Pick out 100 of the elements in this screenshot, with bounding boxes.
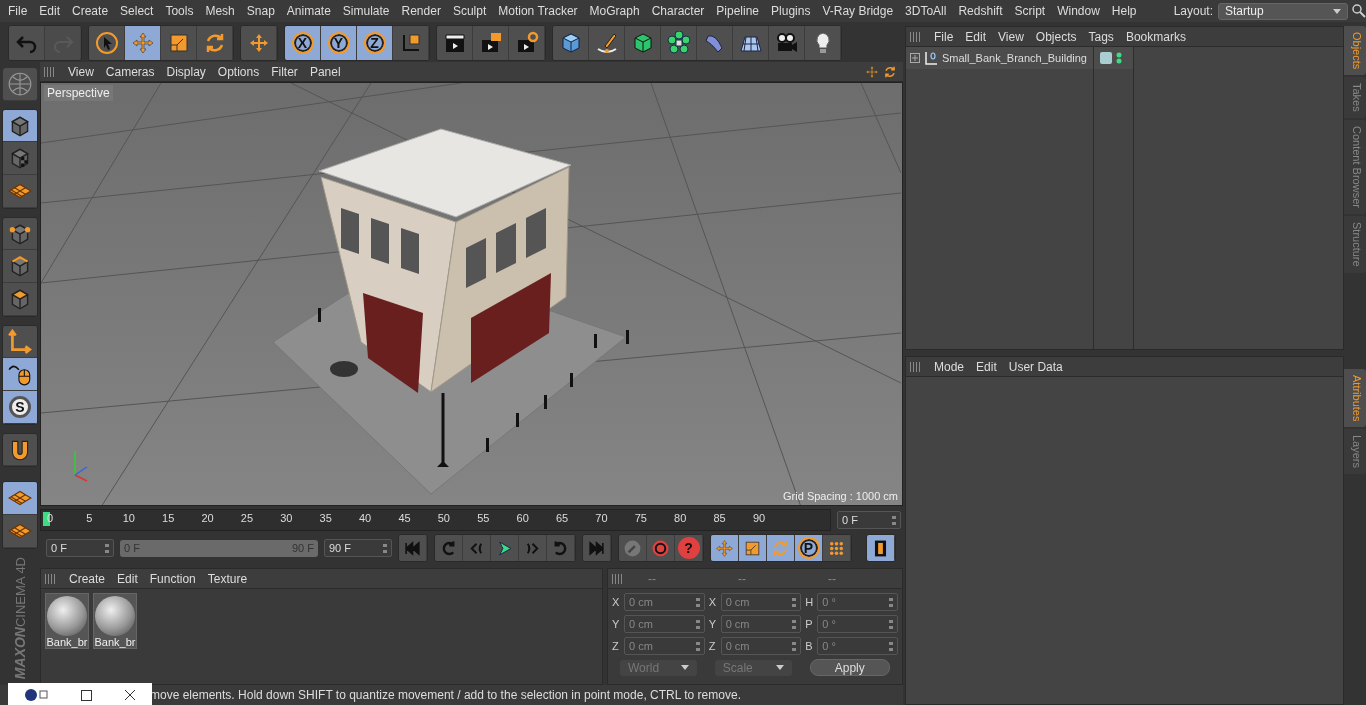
minimized-window-bar[interactable] [8, 683, 152, 705]
menu-item[interactable]: Edit [959, 29, 993, 44]
menu-item[interactable]: Edit [111, 571, 144, 586]
menu-item[interactable]: Mesh [199, 4, 241, 18]
visibility-dots-icon[interactable] [1116, 52, 1122, 64]
mode-button[interactable] [3, 358, 37, 392]
menu-item[interactable]: User Data [1002, 359, 1069, 374]
menu-item[interactable]: Create [66, 4, 115, 18]
expand-icon[interactable] [910, 53, 920, 63]
mode-button[interactable] [3, 175, 37, 208]
side-tab[interactable]: Objects [1344, 26, 1366, 76]
menu-item[interactable]: Animate [280, 4, 337, 18]
menu-item[interactable]: Character [645, 4, 711, 18]
menu-item[interactable]: Texture [201, 571, 254, 586]
playback-button[interactable] [711, 535, 739, 561]
mode-button[interactable] [3, 250, 37, 284]
menu-item[interactable]: V-Ray Bridge [816, 4, 900, 18]
material-tag-icon[interactable] [1100, 52, 1112, 64]
menu-item[interactable]: Script [1008, 4, 1052, 18]
toolbar-button[interactable] [733, 26, 769, 60]
playback-button[interactable] [491, 535, 519, 561]
current-frame-field[interactable]: 0 F [837, 511, 901, 529]
grid-refresh-button[interactable] [3, 515, 37, 548]
menu-item[interactable]: Tags [1082, 29, 1120, 44]
apply-button[interactable]: Apply [809, 659, 890, 676]
menu-item[interactable]: Simulate [336, 4, 396, 18]
object-row[interactable]: Small_Bank_Branch_Building [906, 47, 1093, 69]
toolbar-button[interactable] [473, 26, 509, 60]
menu-item[interactable]: Motion Tracker [492, 4, 584, 18]
mode-button[interactable] [3, 433, 37, 467]
side-tab[interactable]: Attributes [1344, 368, 1366, 428]
menu-item[interactable]: Sculpt [446, 4, 493, 18]
menu-item[interactable]: Mode [928, 359, 971, 374]
playback-button[interactable] [647, 535, 675, 561]
maximize-icon[interactable] [81, 689, 93, 701]
toolbar-button[interactable] [437, 26, 473, 60]
menu-item[interactable]: Filter [265, 64, 304, 79]
menu-item[interactable]: Plugins [765, 4, 817, 18]
frame-number: 85 [713, 512, 726, 524]
menu-item[interactable]: Snap [240, 4, 281, 18]
menu-item[interactable]: Options [211, 64, 266, 79]
toolbar-button[interactable] [393, 26, 429, 60]
menu-item[interactable]: Render [395, 4, 447, 18]
column-header: -- [827, 571, 837, 586]
menu-item[interactable]: Help [1105, 4, 1143, 18]
toolbar-button[interactable]: Z [357, 26, 393, 60]
lock-grid-button[interactable] [3, 482, 37, 516]
menu-item[interactable]: Edit [33, 4, 67, 18]
toolbar-button[interactable] [89, 26, 125, 60]
null-object-icon [924, 51, 938, 65]
menu-item[interactable]: Edit [970, 359, 1003, 374]
playback-button[interactable] [867, 535, 895, 561]
playback-button[interactable] [823, 535, 851, 561]
material-swatch[interactable]: Bank_br [93, 593, 137, 649]
menu-item[interactable]: View [62, 64, 100, 79]
material-name: Bank_br [94, 636, 136, 648]
menu-item[interactable]: File [928, 29, 960, 44]
menu-item[interactable]: Bookmarks [1119, 29, 1192, 44]
menu-item[interactable]: File [2, 4, 34, 18]
toolbar-button[interactable] [805, 26, 841, 60]
start-frame-field[interactable]: 0 F [46, 539, 114, 557]
playback-button[interactable] [767, 535, 795, 561]
close-icon[interactable] [124, 689, 137, 701]
menu-item[interactable]: Cameras [99, 64, 161, 79]
menu-item[interactable]: Panel [303, 64, 347, 79]
playback-button[interactable]: P [795, 535, 823, 561]
3d-viewport[interactable]: Perspective Grid Spacing : 1000 cm [40, 82, 903, 506]
toolbar-button[interactable] [509, 26, 545, 60]
mode-button[interactable] [3, 217, 37, 251]
menu-item[interactable]: Display [160, 64, 212, 79]
material-swatch[interactable]: Bank_br [45, 593, 89, 649]
toolbar-button[interactable] [553, 26, 589, 60]
toolbar-button[interactable] [661, 26, 697, 60]
mode-button[interactable] [3, 109, 37, 143]
view-toggle-button[interactable] [3, 68, 37, 101]
playback-button[interactable]: ? [675, 535, 703, 561]
mode-button[interactable] [3, 325, 37, 359]
toolbar-button[interactable] [625, 26, 661, 60]
menu-item[interactable]: Redshift [952, 4, 1009, 18]
mode-button[interactable]: S [3, 391, 37, 424]
toolbar-button[interactable]: X [285, 26, 321, 60]
menu-item[interactable]: Select [114, 4, 160, 18]
mode-button[interactable] [3, 142, 37, 176]
menu-item[interactable]: Create [63, 571, 112, 586]
menu-item[interactable]: Function [143, 571, 202, 586]
layout-dropdown[interactable]: Startup [1218, 2, 1348, 20]
menu-item[interactable]: MoGraph [583, 4, 646, 18]
toolbar-button[interactable]: Y [321, 26, 357, 60]
menu-item[interactable]: 3DToAll [899, 4, 953, 18]
mode-button[interactable] [3, 283, 37, 316]
menu-item[interactable]: Pipeline [710, 4, 766, 18]
timeline-ruler[interactable]: 0 5 10 15 20 25 30 35 40 45 50 55 60 65 70 75 80 85 90 [40, 509, 831, 531]
menu-item[interactable]: Objects [1029, 29, 1083, 44]
playback-button[interactable] [739, 535, 767, 561]
toolbar-button[interactable] [769, 26, 805, 60]
search-icon[interactable] [1352, 4, 1366, 18]
menu-item[interactable]: Window [1051, 4, 1106, 18]
menu-item[interactable]: View [992, 29, 1030, 44]
menu-item[interactable]: Tools [159, 4, 200, 18]
end-frame-field[interactable]: 90 F [324, 539, 392, 557]
